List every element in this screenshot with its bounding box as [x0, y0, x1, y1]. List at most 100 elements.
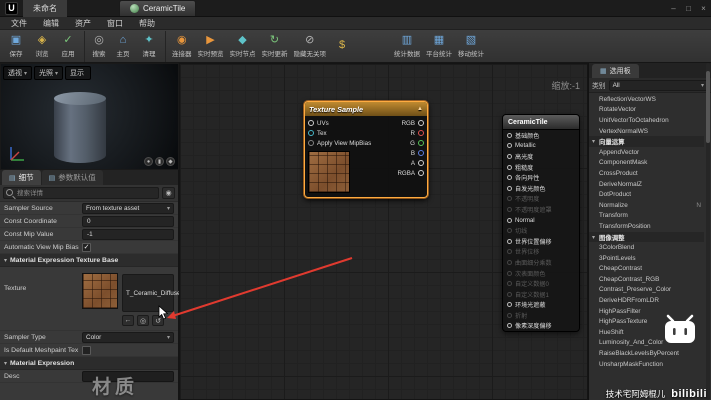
- const-coordinate-input[interactable]: 0: [82, 216, 174, 227]
- const-mip-value-input[interactable]: -1: [82, 229, 174, 240]
- output-pin-icon[interactable]: [418, 150, 424, 156]
- window-control-button[interactable]: □: [681, 1, 696, 15]
- texture-asset-tool-icon[interactable]: ◎: [137, 315, 149, 326]
- material-input-pin-row[interactable]: 切线: [503, 225, 579, 236]
- output-pin-icon[interactable]: [418, 140, 424, 146]
- input-pin-icon[interactable]: [507, 165, 512, 170]
- toolbar-button[interactable]: ◎ 搜索: [84, 31, 110, 62]
- material-input-pin-row[interactable]: 曲面细分乘数: [503, 257, 579, 268]
- toolbar-button[interactable]: ▶ 实时预览: [195, 31, 227, 62]
- palette-tab[interactable]: ▦ 选用板: [592, 64, 639, 78]
- material-input-pin-row[interactable]: 世界位置偏移: [503, 236, 579, 247]
- input-pin-icon[interactable]: [507, 175, 512, 180]
- sampler-source-dropdown[interactable]: From texture asset ▾: [82, 203, 174, 214]
- toolbar-button[interactable]: $: [329, 31, 355, 62]
- section-header-material-expression[interactable]: ▾ Material Expression: [0, 357, 178, 370]
- details-tab[interactable]: ▤ 参数默认值: [42, 170, 103, 185]
- sampler-type-dropdown[interactable]: Color ▾: [82, 332, 174, 343]
- texture-asset-tool-icon[interactable]: ←: [122, 315, 134, 326]
- viewport-menu-button[interactable]: 显示: [65, 66, 91, 80]
- material-input-pin-row[interactable]: 自定义数据0: [503, 278, 579, 289]
- auto-view-mip-bias-checkbox[interactable]: ✓: [82, 243, 91, 252]
- palette-item[interactable]: Normalize N: [589, 200, 704, 211]
- palette-item[interactable]: VertexNormalWS: [589, 126, 704, 137]
- toolbar-button[interactable]: ▧ 移动统计: [455, 31, 487, 62]
- toolbar-button[interactable]: ◉ 连接器: [165, 31, 195, 62]
- toolbar-button[interactable]: ◆ 实时节点: [227, 31, 259, 62]
- input-pin-icon[interactable]: [308, 130, 314, 136]
- material-input-pin-row[interactable]: 环境光遮蔽: [503, 300, 579, 311]
- input-pin-icon[interactable]: [507, 228, 512, 233]
- material-graph-canvas[interactable]: 缩放:-1 Texture Sample ▲ UVs: [179, 63, 588, 400]
- material-editor-tab[interactable]: CeramicTile: [119, 0, 196, 16]
- menu-item[interactable]: 窗口: [99, 18, 131, 29]
- toolbar-button[interactable]: ▣ 保存: [3, 31, 29, 62]
- output-pin-icon[interactable]: [418, 130, 424, 136]
- material-input-pin-row[interactable]: 基础颜色: [503, 130, 579, 141]
- node-input-pin-row[interactable]: Tex: [308, 128, 371, 138]
- output-pin-icon[interactable]: [418, 120, 424, 126]
- palette-item[interactable]: DotProduct: [589, 189, 704, 200]
- material-input-pin-row[interactable]: 粗糙度: [503, 162, 579, 173]
- palette-item[interactable]: 3PointLevels: [589, 253, 704, 264]
- palette-item[interactable]: RaiseBlackLevelsByPercent: [589, 348, 704, 359]
- input-pin-icon[interactable]: [507, 313, 512, 318]
- input-pin-icon[interactable]: [507, 196, 512, 201]
- toolbar-button[interactable]: ↻ 实时更新: [259, 31, 291, 62]
- is-default-meshpaint-checkbox[interactable]: [82, 346, 91, 355]
- input-pin-icon[interactable]: [507, 154, 512, 159]
- input-pin-icon[interactable]: [308, 120, 314, 126]
- palette-item[interactable]: AppendVector: [589, 147, 704, 158]
- toolbar-button[interactable]: ⊘ 隐藏无关项: [291, 31, 330, 62]
- material-input-pin-row[interactable]: 高光度: [503, 151, 579, 162]
- menu-item[interactable]: 资产: [67, 18, 99, 29]
- input-pin-icon[interactable]: [507, 260, 512, 265]
- texture-sample-node[interactable]: Texture Sample ▲ UVs: [304, 101, 428, 198]
- view-options-icon[interactable]: ◉: [162, 187, 175, 199]
- node-output-pin-row[interactable]: A: [397, 158, 424, 168]
- node-output-pin-row[interactable]: G: [397, 138, 424, 148]
- collapse-node-icon[interactable]: ▲: [417, 106, 423, 112]
- palette-item[interactable]: TransformPosition: [589, 221, 704, 232]
- node-output-pin-row[interactable]: RGBA: [397, 168, 424, 178]
- material-input-pin-row[interactable]: 各向异性: [503, 172, 579, 183]
- input-pin-icon[interactable]: [507, 218, 512, 223]
- viewport-menu-button[interactable]: 光照 ▾: [34, 66, 63, 80]
- material-input-pin-row[interactable]: 折射: [503, 310, 579, 321]
- viewport-menu-button[interactable]: 透视 ▾: [3, 66, 32, 80]
- section-header-texture-base[interactable]: ▾ Material Expression Texture Base: [0, 254, 178, 267]
- input-pin-icon[interactable]: [507, 239, 512, 244]
- palette-item[interactable]: ReflectionVectorWS: [589, 94, 704, 105]
- material-input-pin-row[interactable]: Metallic: [503, 141, 579, 152]
- menu-item[interactable]: 文件: [3, 18, 35, 29]
- material-result-node[interactable]: CeramicTile 基础颜色 Metallic 高光度: [502, 114, 580, 332]
- palette-item[interactable]: ▾ 向量运算: [589, 136, 704, 147]
- output-pin-icon[interactable]: [418, 170, 424, 176]
- palette-item[interactable]: ▾ 图像调整: [589, 232, 704, 243]
- material-input-pin-row[interactable]: 次表面颜色: [503, 268, 579, 279]
- palette-item[interactable]: Transform: [589, 211, 704, 222]
- palette-item[interactable]: CheapContrast: [589, 264, 704, 275]
- input-pin-icon[interactable]: [507, 133, 512, 138]
- node-output-pin-row[interactable]: B: [397, 148, 424, 158]
- palette-item[interactable]: 3ColorBlend: [589, 242, 704, 253]
- preview-viewport[interactable]: 透视 ▾ 光照 ▾ 显示 ●: [0, 63, 179, 170]
- palette-item[interactable]: RotateVector: [589, 105, 704, 116]
- palette-item[interactable]: ComponentMask: [589, 158, 704, 169]
- toolbar-button[interactable]: ▥ 统计数据: [391, 31, 423, 62]
- input-pin-icon[interactable]: [507, 292, 512, 297]
- toolbar-button[interactable]: ✦ 清理: [136, 31, 162, 62]
- palette-scrollbar-thumb[interactable]: [706, 71, 710, 143]
- material-input-pin-row[interactable]: 自定义数据1: [503, 289, 579, 300]
- material-input-pin-row[interactable]: 世界位移: [503, 247, 579, 258]
- toolbar-button[interactable]: ▦ 平台统计: [423, 31, 455, 62]
- preview-sphere-button[interactable]: ●: [144, 157, 153, 166]
- details-tab[interactable]: ▤ 细节: [2, 170, 41, 185]
- palette-item[interactable]: Contrast_Preserve_Color: [589, 285, 704, 296]
- palette-item[interactable]: DeriveNormalZ: [589, 179, 704, 190]
- toolbar-button[interactable]: ⌂ 主页: [110, 31, 136, 62]
- level-tab[interactable]: 未命名: [23, 0, 67, 17]
- details-search-input[interactable]: [3, 187, 159, 199]
- input-pin-icon[interactable]: [507, 302, 512, 307]
- input-pin-icon[interactable]: [507, 271, 512, 276]
